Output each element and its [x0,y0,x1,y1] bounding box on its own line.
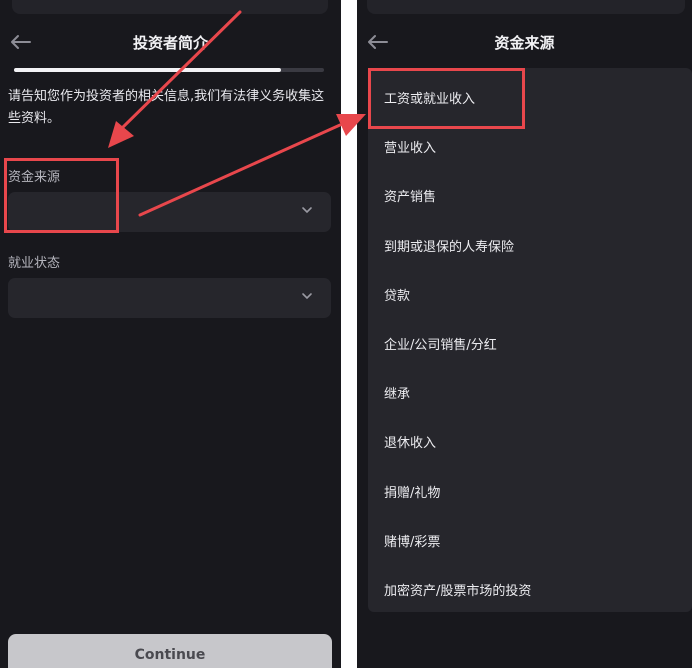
fund-source-highlight [4,158,119,233]
top-strip [367,0,685,14]
fund-source-option[interactable]: 贷款 [384,285,410,304]
fund-source-picker-screen: 资金来源 工资或就业收入 营业收入 资产销售 到期或退保的人寿保险 贷款 企业/公司销售/… [357,0,692,668]
fund-source-option[interactable]: 捐赠/礼物 [384,482,440,501]
employment-select[interactable] [8,278,331,318]
progress-fill [14,68,281,72]
fund-source-option[interactable]: 营业收入 [384,137,436,156]
fund-source-option[interactable]: 企业/公司销售/分红 [384,334,497,353]
progress-bar [14,68,324,72]
fund-source-option[interactable]: 加密资产/股票市场的投资 [384,580,531,599]
fund-source-options: 工资或就业收入 营业收入 资产销售 到期或退保的人寿保险 贷款 企业/公司销售/分红 继承退… [368,68,692,612]
fund-source-option[interactable]: 资产销售 [384,186,436,205]
fund-source-option[interactable]: 继承 [384,383,410,402]
option-highlight [368,68,525,129]
fund-source-option[interactable]: 赌博/彩票 [384,531,440,550]
fund-source-option[interactable]: 退休收入 [384,432,436,451]
fund-source-option[interactable]: 到期或退保的人寿保险 [384,236,514,255]
notice-text: 请告知您作为投资者的相关信息,我们有法律义务收集这些资料。 [8,89,325,126]
top-strip [12,0,328,14]
header: 投资者简介 [0,22,341,66]
page-title: 资金来源 [494,34,555,52]
continue-button[interactable]: Continue [8,634,332,668]
employment-label: 就业状态 [8,256,61,271]
header: 资金来源 [357,22,692,66]
page-title: 投资者简介 [132,34,208,52]
chevron-down-icon [302,207,312,214]
investor-profile-screen: 投资者简介 请告知您作为投资者的相关信息,我们有法律义务收集这些资料。 资金来源… [0,0,341,668]
chevron-down-icon [302,293,312,300]
